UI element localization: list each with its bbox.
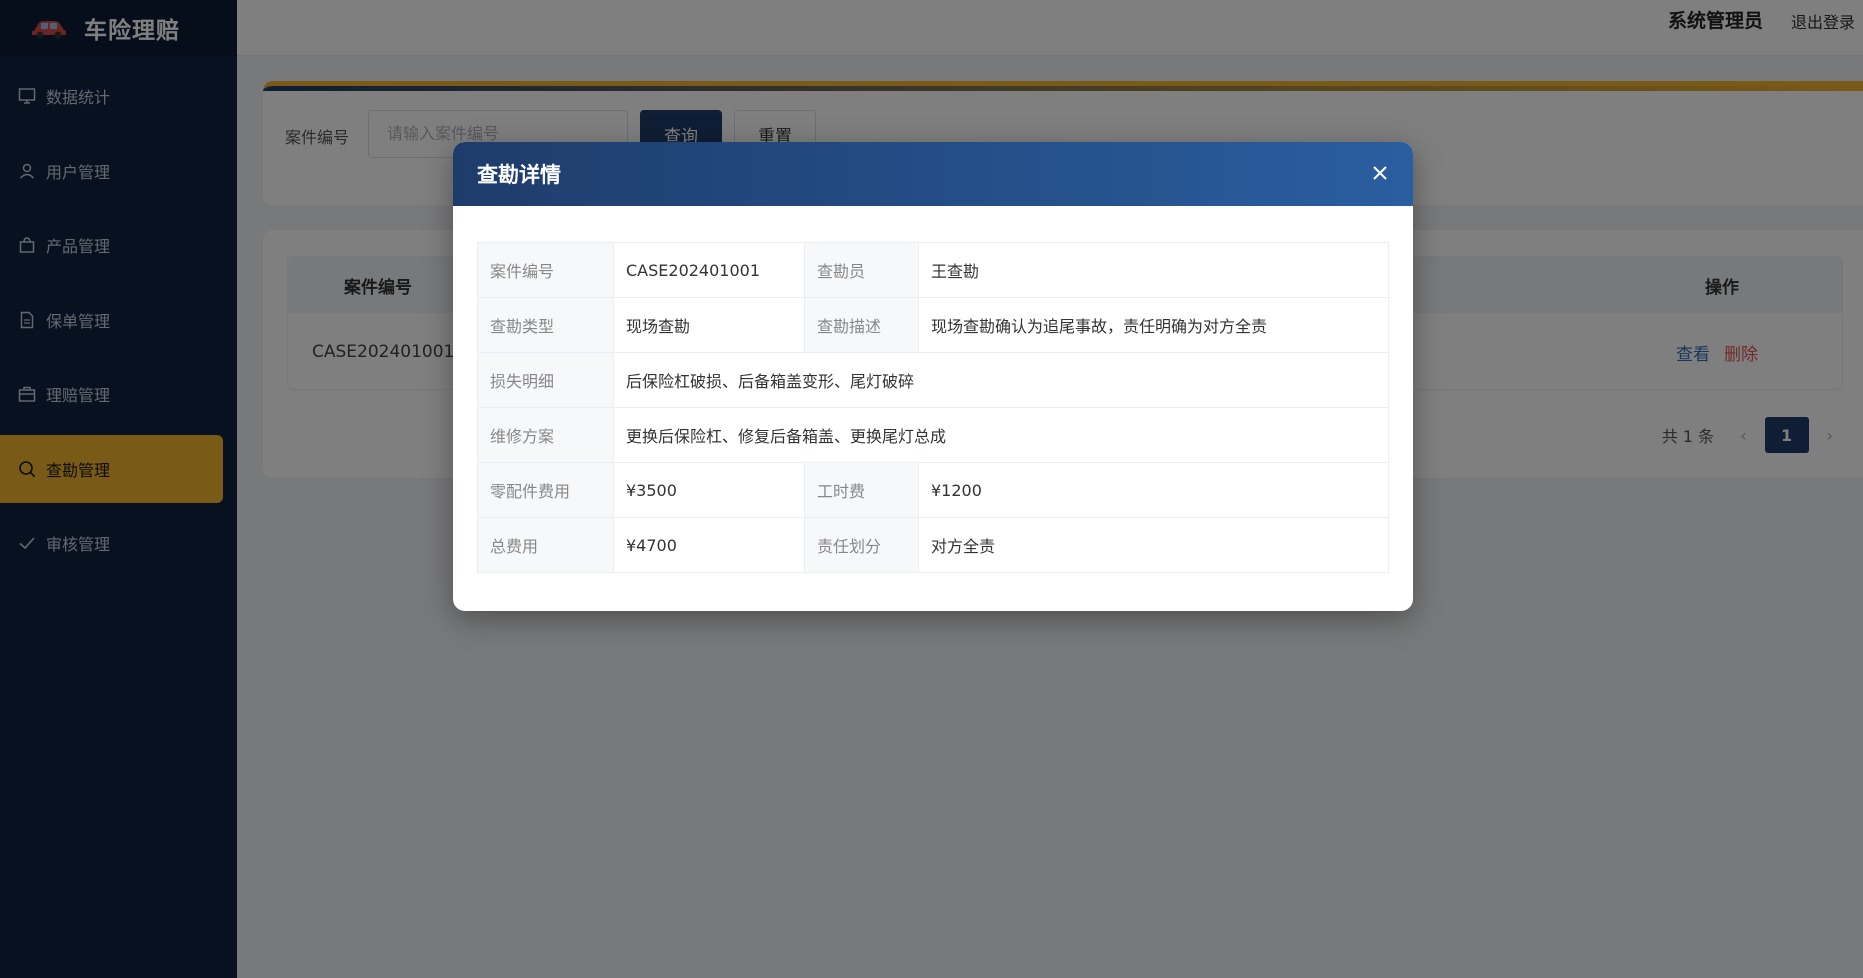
survey-type-label: 查勘类型 (477, 297, 614, 353)
labor-cost-value: ¥1200 (918, 462, 1389, 518)
surveyor-value: 王查勘 (918, 242, 1389, 298)
labor-cost-label: 工时费 (804, 462, 919, 518)
detail-row: 零配件费用 ¥3500 工时费 ¥1200 (477, 462, 1389, 518)
parts-cost-label: 零配件费用 (477, 462, 614, 518)
total-cost-value: ¥4700 (613, 517, 805, 573)
surveyor-label: 查勘员 (804, 242, 919, 298)
close-icon[interactable] (1367, 160, 1393, 186)
case-no-label: 案件编号 (477, 242, 614, 298)
loss-detail-label: 损失明细 (477, 352, 614, 408)
parts-cost-value: ¥3500 (613, 462, 805, 518)
survey-description-label: 查勘描述 (804, 297, 919, 353)
survey-description-value: 现场查勘确认为追尾事故，责任明确为对方全责 (918, 297, 1389, 353)
detail-row: 案件编号 CASE202401001 查勘员 王查勘 (477, 242, 1389, 298)
dialog-title: 查勘详情 (477, 163, 561, 187)
repair-plan-label: 维修方案 (477, 407, 614, 463)
liability-label: 责任划分 (804, 517, 919, 573)
case-no-value: CASE202401001 (613, 242, 805, 298)
survey-detail-table: 案件编号 CASE202401001 查勘员 王查勘 查勘类型 现场查勘 查勘描… (477, 242, 1389, 573)
survey-type-value: 现场查勘 (613, 297, 805, 353)
total-cost-label: 总费用 (477, 517, 614, 573)
dialog-header: 查勘详情 (453, 142, 1413, 206)
liability-value: 对方全责 (918, 517, 1389, 573)
detail-row: 损失明细 后保险杠破损、后备箱盖变形、尾灯破碎 (477, 352, 1389, 408)
detail-row: 总费用 ¥4700 责任划分 对方全责 (477, 517, 1389, 573)
repair-plan-value: 更换后保险杠、修复后备箱盖、更换尾灯总成 (613, 407, 1389, 463)
survey-detail-dialog: 查勘详情 案件编号 CASE202401001 查勘员 王查勘 查勘类型 现场查… (453, 142, 1413, 611)
detail-row: 维修方案 更换后保险杠、修复后备箱盖、更换尾灯总成 (477, 407, 1389, 463)
detail-row: 查勘类型 现场查勘 查勘描述 现场查勘确认为追尾事故，责任明确为对方全责 (477, 297, 1389, 353)
loss-detail-value: 后保险杠破损、后备箱盖变形、尾灯破碎 (613, 352, 1389, 408)
